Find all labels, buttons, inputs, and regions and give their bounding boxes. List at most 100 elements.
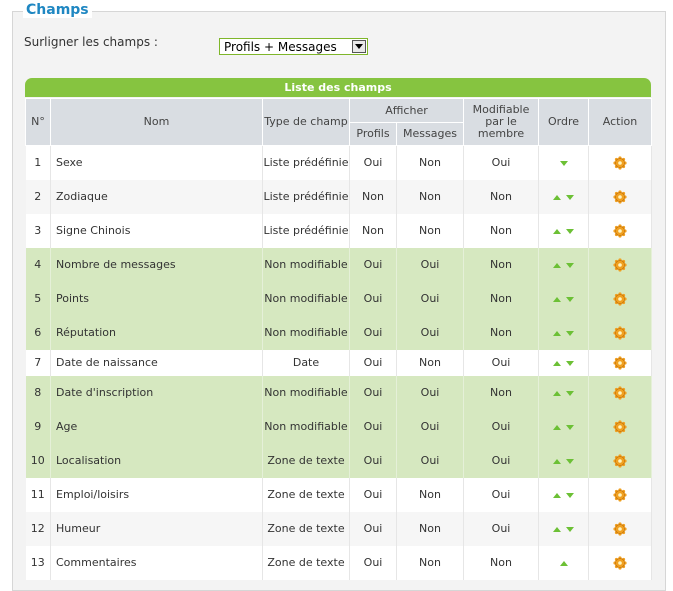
arrow-down-icon[interactable] — [566, 424, 575, 430]
arrow-down-icon[interactable] — [566, 228, 575, 234]
row-type: Non modifiable — [262, 375, 350, 410]
arrow-up-icon[interactable] — [553, 526, 562, 532]
gear-icon[interactable] — [613, 189, 627, 204]
row-name: Sexe — [50, 145, 263, 180]
dropdown-arrow-icon[interactable] — [352, 40, 366, 53]
highlight-select-value: Profils + Messages — [224, 39, 337, 54]
table-row: 11 Emploi/loisirs Zone de texte Oui Non Oui — [25, 477, 653, 512]
gear-icon[interactable] — [613, 521, 627, 536]
row-messages: Non — [396, 179, 465, 214]
row-profils: Oui — [349, 443, 397, 478]
table-row: 2 Zodiaque Liste prédéfinie Non Non Non — [25, 179, 653, 214]
arrow-up-icon[interactable] — [553, 390, 562, 396]
row-profils: Oui — [349, 281, 397, 316]
arrow-down-icon[interactable] — [566, 262, 575, 268]
arrow-down-icon[interactable] — [566, 390, 575, 396]
row-modifiable: Oui — [463, 145, 540, 180]
row-name: Signe Chinois — [50, 213, 263, 248]
arrow-up-icon[interactable] — [553, 360, 562, 366]
row-modifiable: Non — [463, 247, 540, 282]
gear-icon[interactable] — [613, 355, 627, 370]
row-messages: Oui — [396, 281, 465, 316]
header-nom: Nom — [50, 98, 263, 146]
arrow-down-icon[interactable] — [566, 526, 575, 532]
highlight-select[interactable]: Profils + Messages — [219, 38, 368, 55]
arrow-down-icon[interactable] — [566, 330, 575, 336]
arrow-down-icon[interactable] — [559, 160, 568, 166]
row-modifiable: Non — [463, 375, 540, 410]
row-name: Nombre de messages — [50, 247, 263, 282]
row-name: Zodiaque — [50, 179, 263, 214]
gear-icon[interactable] — [613, 385, 627, 400]
row-messages: Non — [396, 477, 465, 512]
row-action — [588, 315, 653, 350]
row-action — [588, 145, 653, 180]
row-profils: Oui — [349, 511, 397, 546]
row-type: Zone de texte — [262, 477, 350, 512]
arrow-down-icon[interactable] — [566, 296, 575, 302]
row-modifiable: Non — [463, 315, 540, 350]
highlight-row: Surligner les champs : — [24, 35, 158, 49]
arrow-up-icon[interactable] — [553, 194, 562, 200]
row-action — [588, 281, 653, 316]
row-num: 12 — [25, 511, 51, 546]
fields-table: N° Nom Type de champ Afficher Modifiable… — [25, 98, 653, 580]
arrow-up-icon[interactable] — [553, 492, 562, 498]
gear-icon[interactable] — [613, 156, 627, 170]
row-messages: Non — [396, 511, 465, 546]
row-modifiable: Oui — [463, 511, 540, 546]
gear-icon[interactable] — [613, 555, 627, 570]
row-profils: Oui — [349, 315, 397, 350]
row-name: Humeur — [50, 511, 263, 546]
table-row: 9 Age Non modifiable Oui Oui Oui — [25, 409, 653, 444]
gear-icon[interactable] — [613, 291, 627, 306]
row-order — [538, 179, 590, 214]
arrow-up-icon[interactable] — [553, 424, 562, 430]
arrow-up-icon[interactable] — [553, 330, 562, 336]
gear-icon[interactable] — [613, 419, 627, 434]
row-messages: Oui — [396, 375, 465, 410]
row-action — [588, 511, 653, 546]
row-num: 11 — [25, 477, 51, 512]
row-order — [538, 511, 590, 546]
gear-icon[interactable] — [613, 453, 627, 468]
arrow-up-icon[interactable] — [553, 296, 562, 302]
row-num: 13 — [25, 545, 51, 580]
table-row: 3 Signe Chinois Liste prédéfinie Non Non Non — [25, 213, 653, 248]
row-num: 1 — [25, 145, 51, 180]
row-num: 3 — [25, 213, 51, 248]
arrow-down-icon[interactable] — [566, 492, 575, 498]
arrow-down-icon[interactable] — [566, 458, 575, 464]
gear-icon[interactable] — [613, 325, 627, 340]
gear-icon[interactable] — [613, 223, 627, 238]
arrow-down-icon[interactable] — [566, 194, 575, 200]
row-num: 2 — [25, 179, 51, 214]
row-name: Date d'inscription — [50, 375, 263, 410]
row-action — [588, 213, 653, 248]
row-type: Non modifiable — [262, 409, 350, 444]
arrow-up-icon[interactable] — [553, 228, 562, 234]
header-afficher: Afficher — [348, 98, 465, 123]
table-row: 12 Humeur Zone de texte Oui Non Oui — [25, 511, 653, 546]
header-ordre: Ordre — [538, 98, 590, 146]
arrow-up-icon[interactable] — [553, 262, 562, 268]
row-type: Liste prédéfinie — [262, 213, 350, 248]
row-order — [538, 349, 590, 376]
row-modifiable: Non — [463, 281, 540, 316]
row-profils: Oui — [349, 409, 397, 444]
row-action — [588, 443, 653, 478]
row-type: Non modifiable — [262, 281, 350, 316]
row-name: Emploi/loisirs — [50, 477, 263, 512]
gear-icon[interactable] — [613, 257, 627, 272]
header-profils: Profils — [349, 122, 397, 146]
arrow-down-icon[interactable] — [566, 360, 575, 366]
gear-icon[interactable] — [613, 487, 627, 502]
arrow-up-icon[interactable] — [559, 560, 568, 566]
table-row: 10 Localisation Zone de texte Oui Oui Oui — [25, 443, 653, 478]
table-row: 13 Commentaires Zone de texte Oui Non Non — [25, 545, 653, 580]
arrow-up-icon[interactable] — [553, 458, 562, 464]
row-action — [588, 375, 653, 410]
row-name: Points — [50, 281, 263, 316]
row-num: 5 — [25, 281, 51, 316]
table-caption: Liste des champs — [25, 78, 651, 97]
